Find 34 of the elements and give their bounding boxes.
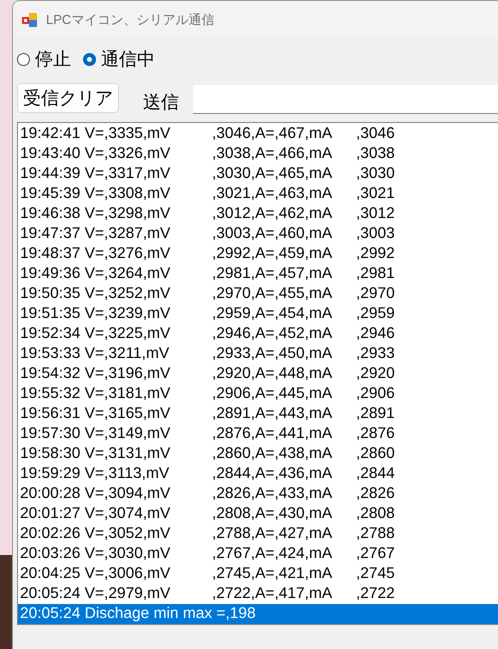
radio-button[interactable]: [83, 52, 96, 66]
log-line[interactable]: 19:45:39 V=,3308,mV ,3021,A=,463,mA ,3021: [18, 184, 498, 204]
radio-label[interactable]: 停止: [35, 47, 71, 71]
log-line[interactable]: 19:44:39 V=,3317,mV ,3030,A=,465,mA ,3030: [18, 164, 498, 184]
log-line[interactable]: 20:04:25 V=,3006,mV ,2745,A=,421,mA ,2745: [18, 564, 498, 584]
log-line[interactable]: 19:50:35 V=,3252,mV ,2970,A=,455,mA ,2970: [18, 284, 498, 304]
window-title: LPCマイコン、シリアル通信: [46, 10, 214, 28]
log-line[interactable]: 19:56:31 V=,3165,mV ,2891,A=,443,mA ,2891: [18, 404, 498, 424]
log-line[interactable]: 19:51:35 V=,3239,mV ,2959,A=,454,mA ,2959: [18, 304, 498, 324]
log-line[interactable]: 20:01:27 V=,3074,mV ,2808,A=,430,mA ,2808: [18, 504, 498, 524]
log-list[interactable]: [17, 122, 498, 625]
clear-button[interactable]: 受信クリア: [17, 83, 119, 113]
log-line[interactable]: 19:54:32 V=,3196,mV ,2920,A=,448,mA ,2920: [18, 364, 498, 384]
log-line[interactable]: 19:46:38 V=,3298,mV ,3012,A=,462,mA ,3012: [18, 204, 498, 224]
log-line[interactable]: 19:57:30 V=,3149,mV ,2876,A=,441,mA ,2876: [18, 424, 498, 444]
log-line[interactable]: 20:00:28 V=,3094,mV ,2826,A=,433,mA ,2826: [18, 484, 498, 504]
log-line[interactable]: 19:48:37 V=,3276,mV ,2992,A=,459,mA ,2992: [18, 244, 498, 264]
log-line[interactable]: 19:55:32 V=,3181,mV ,2906,A=,445,mA ,2906: [18, 384, 498, 404]
log-line[interactable]: 19:59:29 V=,3113,mV ,2844,A=,436,mA ,2844: [18, 464, 498, 484]
log-line[interactable]: 19:42:41 V=,3335,mV ,3046,A=,467,mA ,3046: [18, 124, 498, 144]
log-line[interactable]: 19:58:30 V=,3131,mV ,2860,A=,438,mA ,2860: [18, 444, 498, 464]
log-line[interactable]: 20:05:24 V=,2979,mV ,2722,A=,417,mA ,2722: [18, 584, 498, 604]
radio-button[interactable]: [17, 52, 30, 66]
log-line[interactable]: 19:53:33 V=,3211,mV ,2933,A=,450,mA ,2933: [18, 344, 498, 364]
log-line[interactable]: 20:03:26 V=,3030,mV ,2767,A=,424,mA ,2767: [18, 544, 498, 564]
app-icon: [22, 12, 38, 28]
log-line[interactable]: 20:02:26 V=,3052,mV ,2788,A=,427,mA ,2788: [18, 524, 498, 544]
send-label: 送信: [143, 91, 179, 114]
send-field[interactable]: [193, 84, 498, 114]
log-line[interactable]: 19:52:34 V=,3225,mV ,2946,A=,452,mA ,2946: [18, 324, 498, 344]
log-line[interactable]: 19:43:40 V=,3326,mV ,3038,A=,466,mA ,3038: [18, 144, 498, 164]
radio-label[interactable]: 通信中: [101, 47, 155, 71]
log-line[interactable]: 19:47:37 V=,3287,mV ,3003,A=,460,mA ,3003: [18, 224, 498, 244]
log-line[interactable]: 19:49:36 V=,3264,mV ,2981,A=,457,mA ,2981: [18, 264, 498, 284]
